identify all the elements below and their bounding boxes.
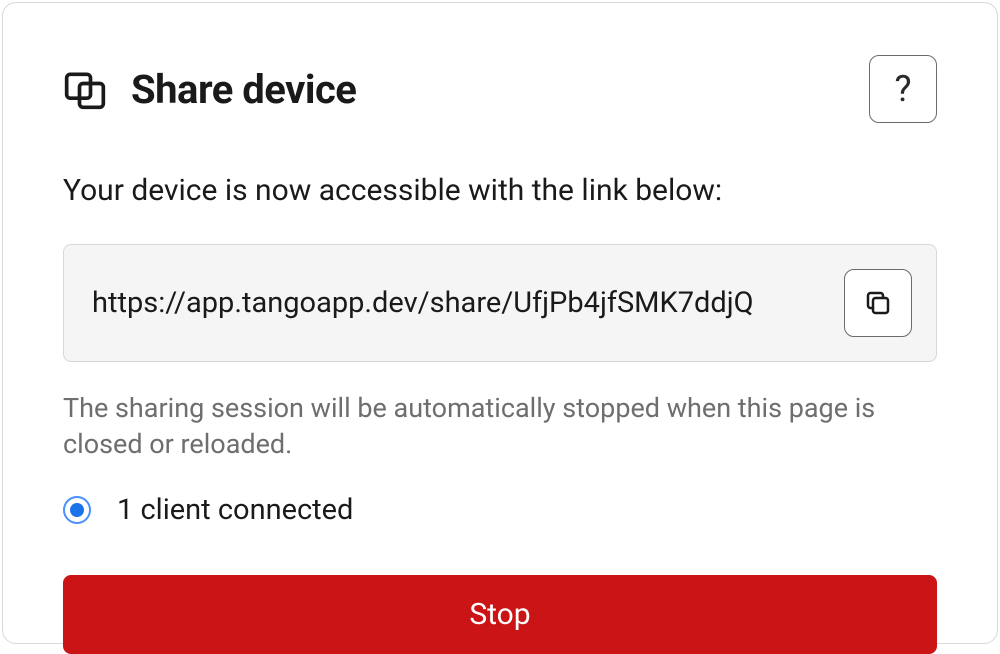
help-button[interactable]: ?: [869, 55, 937, 123]
stop-button-label: Stop: [469, 597, 530, 632]
help-icon: ?: [894, 68, 911, 110]
header-row: Share device ?: [63, 55, 937, 123]
copy-icon: [863, 288, 893, 318]
stop-button[interactable]: Stop: [63, 575, 937, 654]
connection-status: 1 client connected: [63, 493, 937, 527]
status-indicator-icon: [63, 496, 91, 524]
share-description: Your device is now accessible with the l…: [63, 173, 937, 208]
devices-icon: [63, 67, 107, 111]
share-link-box: https://app.tangoapp.dev/share/UfjPb4jfS…: [63, 244, 937, 362]
session-note: The sharing session will be automaticall…: [63, 390, 937, 463]
status-text: 1 client connected: [117, 493, 353, 527]
share-device-card: Share device ? Your device is now access…: [2, 2, 998, 644]
page-title: Share device: [131, 66, 356, 113]
copy-link-button[interactable]: [844, 269, 912, 337]
share-url: https://app.tangoapp.dev/share/UfjPb4jfS…: [92, 286, 754, 320]
title-group: Share device: [63, 66, 356, 113]
